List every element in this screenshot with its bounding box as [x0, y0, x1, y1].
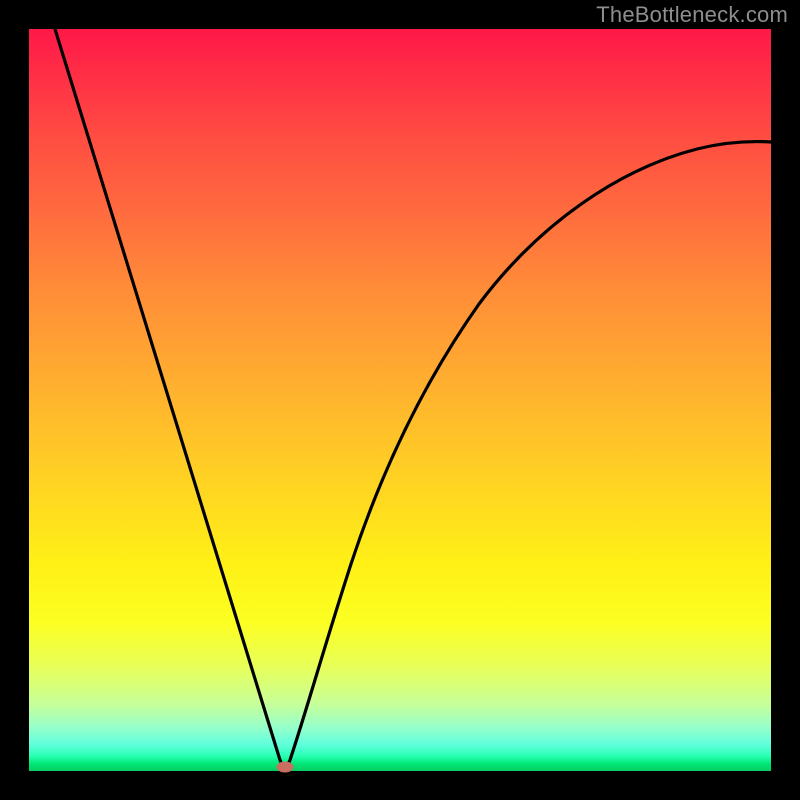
chart-frame: TheBottleneck.com [0, 0, 800, 800]
bottleneck-curve [29, 29, 771, 771]
watermark-text: TheBottleneck.com [596, 2, 788, 28]
plot-area [29, 29, 771, 771]
optimum-marker [277, 762, 294, 773]
